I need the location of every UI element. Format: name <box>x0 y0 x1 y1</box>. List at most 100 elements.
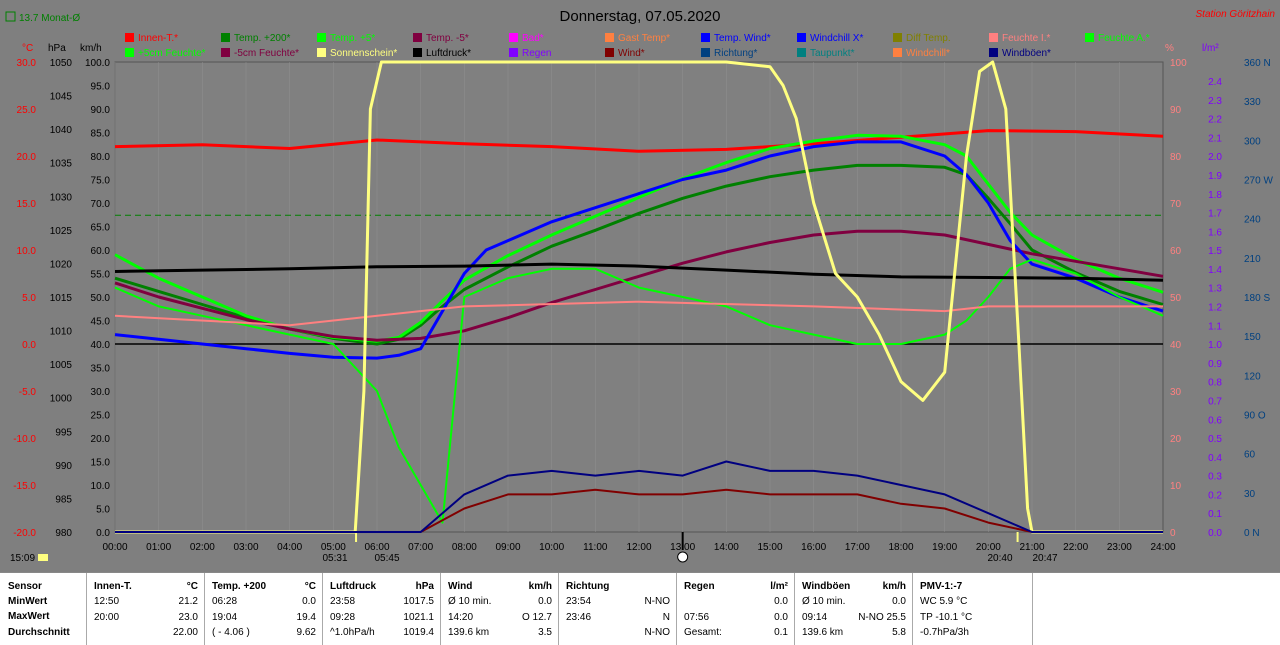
celsius-tick: 25.0 <box>17 105 37 116</box>
stats-cell: ( - 4.06 ) <box>212 627 250 638</box>
stats-cell: hPa <box>415 581 434 592</box>
time-tick: 04:00 <box>277 542 302 553</box>
time-tick: 24:00 <box>1150 542 1175 553</box>
stats-cell: 07:56 <box>684 611 710 623</box>
stats-cell: 0.0 <box>774 596 788 607</box>
stats-cell: 14:20 <box>448 611 474 623</box>
stats-cell: Gesamt: <box>684 627 722 638</box>
percent-tick: 30 <box>1170 387 1182 398</box>
stats-cell: 09:14 <box>802 611 828 623</box>
stats-cell: N-NO <box>644 596 670 607</box>
percent-tick: 80 <box>1170 152 1182 163</box>
statistics-panel: Sensor MinWert MaxWert Durchschnitt Inne… <box>0 572 1280 645</box>
percent-unit: % <box>1165 43 1174 54</box>
stats-column-windboen: Windböen km/h Ø 10 min. 0.0 09:14 N-NO 25.5 13… <box>794 573 913 645</box>
stats-sensor-title: Sensor <box>8 581 42 592</box>
kmh-tick: 85.0 <box>91 129 111 140</box>
celsius-tick: 20.0 <box>17 152 37 163</box>
stats-cell: 9.62 <box>296 627 316 638</box>
stats-cell: TP -10.1 °C <box>920 611 973 623</box>
time-tick: 17:00 <box>845 542 870 553</box>
hpa-tick: 1050 <box>50 58 73 69</box>
celsius-tick: -5.0 <box>19 387 37 398</box>
kmh-tick: 100.0 <box>85 58 110 69</box>
time-tick: 15:00 <box>757 542 782 553</box>
direction-tick: 210 <box>1244 254 1261 265</box>
celsius-unit: °C <box>22 43 33 54</box>
kmh-tick: 30.0 <box>91 387 111 398</box>
stats-column-innen: Innen-T. °C 12:50 21.2 20:00 23.0 22.00 <box>86 573 205 645</box>
hpa-tick: 1015 <box>50 293 73 304</box>
hpa-tick: 1000 <box>50 394 73 405</box>
legend-entry: Windböen* <box>1002 48 1051 59</box>
direction-tick: 330 <box>1244 97 1261 108</box>
stats-cell: °C <box>304 581 316 592</box>
legend-swatch <box>509 33 518 42</box>
legend-swatch <box>797 33 806 42</box>
stats-cell: WC 5.9 °C <box>920 596 968 607</box>
legend-entry: Bad* <box>522 33 544 44</box>
stats-cell: 23:54 <box>566 596 592 607</box>
hpa-tick: 1045 <box>50 92 73 103</box>
stats-cell: Ø 10 min. <box>448 596 492 607</box>
percent-tick: 0 <box>1170 528 1176 539</box>
legend-swatch <box>989 33 998 42</box>
month-avg-label: 13.7 Monat-Ø <box>19 13 80 24</box>
celsius-tick: 30.0 <box>17 58 37 69</box>
hpa-tick: 1030 <box>50 192 73 203</box>
celsius-tick: 10.0 <box>17 246 37 257</box>
rain-tick: 1.0 <box>1208 340 1222 351</box>
legend-entry: Gast Temp* <box>618 33 670 44</box>
hpa-tick: 980 <box>55 528 72 539</box>
hpa-unit: hPa <box>48 43 66 54</box>
stats-cell: 20:00 <box>94 611 120 623</box>
stats-cell: Windböen <box>802 581 851 592</box>
now-icon <box>677 551 689 563</box>
legend-swatch <box>893 48 902 57</box>
kmh-tick: 35.0 <box>91 364 111 375</box>
time-tick: 16:00 <box>801 542 826 553</box>
rain-tick: 1.3 <box>1208 284 1222 295</box>
rain-tick: 0.3 <box>1208 472 1222 483</box>
legend-swatch <box>221 48 230 57</box>
celsius-tick: 0.0 <box>22 340 36 351</box>
hpa-tick: 995 <box>55 427 72 438</box>
percent-tick: 70 <box>1170 199 1182 210</box>
legend-swatch <box>125 48 134 57</box>
time-tick: 14:00 <box>714 542 739 553</box>
legend-swatch <box>413 48 422 57</box>
stats-cell: Ø 10 min. <box>802 596 846 607</box>
stats-cell: N-NO 25.5 <box>858 611 906 623</box>
celsius-tick: -20.0 <box>13 528 36 539</box>
legend-entry: Temp. Wind* <box>714 33 771 44</box>
legend-entry: Innen-T.* <box>138 33 178 44</box>
time-tick: 09:00 <box>495 542 520 553</box>
time-tick: 05:00 <box>321 542 346 553</box>
rain-tick: 1.5 <box>1208 246 1222 257</box>
time-tick: 18:00 <box>888 542 913 553</box>
direction-tick: 0 N <box>1244 528 1260 539</box>
direction-tick: 180 S <box>1244 293 1270 304</box>
percent-tick: 40 <box>1170 340 1182 351</box>
stats-sensor-column: Sensor MinWert MaxWert Durchschnitt <box>0 573 87 645</box>
sunset2-label: 20:47 <box>1032 553 1057 564</box>
rain-tick: 2.4 <box>1208 77 1222 88</box>
rain-tick: 0.1 <box>1208 509 1222 520</box>
hpa-tick: 1025 <box>50 226 73 237</box>
stats-cell: 0.0 <box>892 596 906 607</box>
time-tick: 23:00 <box>1107 542 1132 553</box>
time-tick: 22:00 <box>1063 542 1088 553</box>
stats-cell: 21.2 <box>178 596 198 607</box>
percent-tick: 90 <box>1170 105 1182 116</box>
stats-cell: PMV-1:-7 <box>920 581 963 592</box>
kmh-unit: km/h <box>80 43 102 54</box>
legend-entry: Wind* <box>618 48 645 59</box>
legend-swatch <box>317 33 326 42</box>
rain-unit: l/m² <box>1202 43 1219 54</box>
rain-tick: 0.0 <box>1208 528 1222 539</box>
rain-tick: 0.8 <box>1208 378 1222 389</box>
kmh-tick: 95.0 <box>91 82 111 93</box>
stats-cell: 09:28 <box>330 611 356 623</box>
hpa-tick: 990 <box>55 461 72 472</box>
rain-tick: 0.4 <box>1208 453 1222 464</box>
